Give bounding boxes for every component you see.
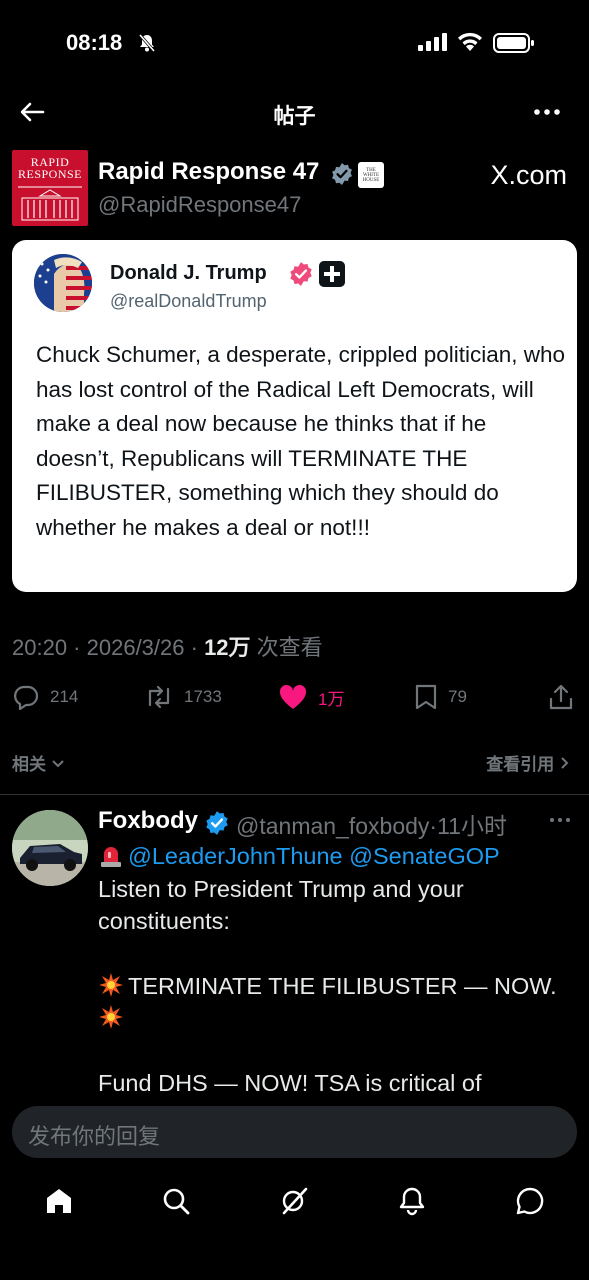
reply-line: TERMINATE THE FILIBUSTER — NOW.	[128, 972, 557, 999]
share-icon	[549, 684, 573, 710]
mention-link[interactable]: @SenateGOP	[349, 843, 500, 869]
signal-icon	[418, 33, 447, 51]
repost-icon	[148, 685, 170, 709]
flag-face-icon	[34, 254, 92, 312]
share-button[interactable]	[548, 683, 574, 711]
battery-icon	[493, 33, 534, 53]
quoted-avatar[interactable]	[34, 254, 92, 312]
home-icon[interactable]	[44, 1186, 74, 1216]
reply-icon	[14, 685, 39, 711]
reply-input-placeholder: 发布你的回复	[28, 1124, 161, 1149]
quoted-author-name[interactable]: Donald J. Trump	[110, 262, 267, 285]
like-button[interactable]: 1万	[278, 683, 344, 711]
wifi-icon	[458, 32, 482, 51]
messages-icon[interactable]	[515, 1186, 545, 1216]
author-name[interactable]: Rapid Response 47	[98, 158, 319, 186]
reply-meta: @tanman_foxbody·11小时	[236, 813, 507, 839]
avatar-logo-text: RAPID RESPONSE	[17, 155, 83, 181]
reply-line: Listen to President Trump and your const…	[98, 875, 464, 935]
divider	[0, 794, 589, 795]
bottom-nav	[0, 1174, 589, 1280]
notifications-icon[interactable]	[397, 1186, 427, 1216]
quoted-post-text: Chuck Schumer, a desperate, crippled pol…	[36, 342, 566, 540]
action-bar: 214 1733 1万 79	[0, 683, 589, 715]
repost-count: 1733	[184, 687, 222, 706]
source-label: X.com	[490, 160, 567, 190]
mention-link[interactable]: @LeaderJohnThune	[128, 843, 343, 869]
government-badge-icon	[319, 261, 345, 287]
verified-badge-icon	[290, 262, 312, 286]
reply-time: 11小时	[437, 813, 507, 839]
quoted-post-card[interactable]: Donald J. Trump @realDonaldTrump Chuck S…	[12, 240, 577, 592]
verified-badge-icon	[206, 811, 228, 835]
reply-input[interactable]: 发布你的回复	[12, 1106, 577, 1158]
collision-icon	[99, 1005, 123, 1029]
affiliate-badge: THE WHITE HOUSE	[358, 162, 384, 188]
views-label: 次查看	[256, 635, 323, 660]
related-dropdown[interactable]: 相关	[12, 750, 65, 775]
search-icon[interactable]	[161, 1186, 191, 1216]
reply-author-handle[interactable]: @tanman_foxbody	[236, 813, 429, 839]
reply-author-name[interactable]: Foxbody	[98, 807, 198, 835]
reply-more-icon[interactable]	[549, 812, 571, 828]
post-date: 2026/3/26	[86, 635, 185, 660]
avatar[interactable]: RAPID RESPONSE	[12, 150, 88, 226]
page-title: 帖子	[273, 105, 316, 128]
chevron-down-icon	[52, 760, 64, 768]
reply-count: 214	[50, 687, 79, 706]
car-photo-icon	[12, 810, 88, 886]
quoted-author-handle[interactable]: @realDonaldTrump	[110, 291, 267, 312]
status-time: 08:18	[66, 30, 123, 55]
views-count: 12万	[204, 635, 251, 660]
bookmark-icon	[415, 684, 437, 710]
reply-button[interactable]: 214	[12, 683, 78, 711]
reply-text: @LeaderJohnThune @SenateGOP Listen to Pr…	[98, 840, 578, 1099]
post-author: RAPID RESPONSE Rapid Response 47 THE WHI…	[12, 150, 577, 230]
post-time: 20:20	[12, 635, 68, 660]
author-handle[interactable]: @RapidResponse47	[98, 192, 301, 218]
like-count: 1万	[318, 689, 345, 709]
grok-icon[interactable]	[279, 1186, 309, 1216]
police-light-icon	[101, 847, 121, 867]
reply-avatar[interactable]	[12, 810, 88, 886]
white-house-icon	[18, 186, 82, 221]
chevron-right-icon	[561, 757, 569, 769]
collision-icon	[99, 972, 123, 997]
view-quotes-link[interactable]: 查看引用	[486, 750, 571, 775]
verified-badge-icon	[332, 163, 352, 185]
bookmark-count: 79	[448, 687, 467, 706]
repost-button[interactable]: 1733	[144, 683, 222, 711]
bookmark-button[interactable]: 79	[414, 683, 467, 711]
top-header: 帖子	[0, 90, 589, 134]
bell-off-icon	[138, 34, 156, 52]
more-options-icon[interactable]	[533, 100, 561, 124]
post-meta: 20:20 · 2026/3/26 · 12万 次查看	[12, 635, 323, 660]
status-bar: 08:18	[0, 0, 589, 80]
heart-icon	[279, 684, 307, 709]
